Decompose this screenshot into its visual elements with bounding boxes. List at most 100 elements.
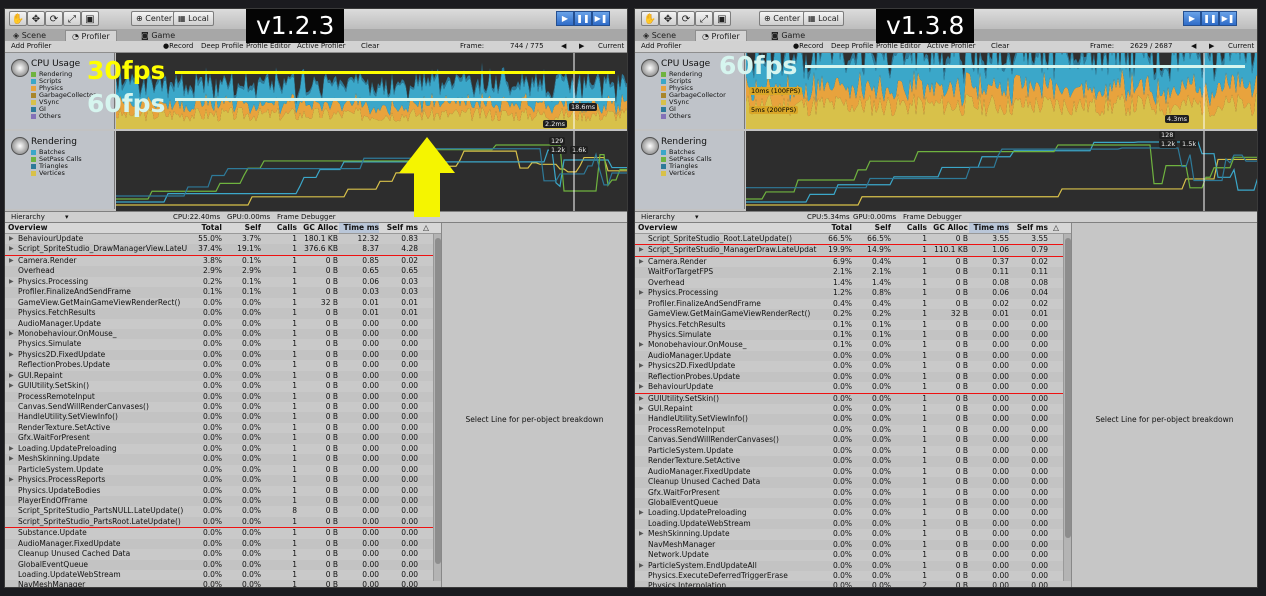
pause-icon[interactable]: ❚❚ <box>574 11 592 26</box>
table-row[interactable]: Physics.FetchResults 0.1% 0.1% 1 0 B 0.00 0.00 <box>635 319 1071 330</box>
pivot-center-toggle[interactable]: ⊕ Center <box>759 11 806 26</box>
table-row[interactable]: Script_SpriteStudio_Root.LateUpdate() 66.… <box>635 234 1071 246</box>
expand-arrow-icon[interactable]: ▶ <box>639 394 647 404</box>
step-icon[interactable]: ▶❚ <box>592 11 610 26</box>
expand-arrow-icon[interactable]: ▶ <box>9 329 17 339</box>
table-row[interactable]: ▶ Physics.Processing 0.2% 0.1% 1 0 B 0.06 0.03 <box>5 276 441 288</box>
rotate-tool-icon[interactable]: ⟳ <box>45 11 63 26</box>
table-row[interactable]: ▶ Physics2D.FixedUpdate 0.0% 0.0% 1 0 B 0.00 0.… <box>5 349 441 361</box>
expand-arrow-icon[interactable]: ▶ <box>639 382 647 392</box>
col-self-ms[interactable]: Self ms <box>1010 223 1048 233</box>
next-frame-button[interactable]: ▶ <box>1209 41 1214 52</box>
table-row[interactable]: ▶ Physics.Processing 1.2% 0.8% 1 0 B 0.06 0.04 <box>635 288 1071 299</box>
table-row[interactable]: ▶ Script_SpriteStudio_ManagerDraw.LateUpd… <box>635 245 1071 257</box>
pivot-local-toggle[interactable]: ▦ Local <box>173 11 214 26</box>
expand-arrow-icon[interactable]: ▶ <box>9 444 17 454</box>
table-row[interactable]: Profiler.FinalizeAndSendFrame 0.4% 0.4% 1 0 … <box>635 298 1071 310</box>
table-scrollbar[interactable] <box>1063 234 1071 581</box>
legend-others[interactable]: Others <box>661 113 691 120</box>
table-row[interactable]: Canvas.SendWillRenderCanvases() 0.0% 0.0% 1… <box>5 402 441 413</box>
pivot-center-toggle[interactable]: ⊕ Center <box>131 11 178 26</box>
add-profiler-dropdown[interactable]: Add Profiler <box>11 41 51 52</box>
table-row[interactable]: ParticleSystem.Update 0.0% 0.0% 1 0 B 0.00 0.0… <box>635 445 1071 457</box>
clear-button[interactable]: Clear <box>991 41 1009 52</box>
prev-frame-button[interactable]: ◀ <box>561 41 566 52</box>
play-icon[interactable]: ▶ <box>1183 11 1201 26</box>
next-frame-button[interactable]: ▶ <box>579 41 584 52</box>
hand-tool-icon[interactable]: ✋ <box>641 11 659 26</box>
table-row[interactable]: ▶ Camera.Render 6.9% 0.4% 1 0 B 0.37 0.02 <box>635 256 1071 268</box>
table-row[interactable]: RenderTexture.SetActive 0.0% 0.0% 1 0 B 0.00 0… <box>5 422 441 434</box>
col-total[interactable]: Total <box>180 223 223 233</box>
play-icon[interactable]: ▶ <box>556 11 574 26</box>
rect-tool-icon[interactable]: ▣ <box>713 11 731 26</box>
col-self[interactable]: Self <box>853 223 891 233</box>
table-scrollbar[interactable] <box>433 234 441 581</box>
rendering-module[interactable]: Rendering Batches SetPass Calls Triangle… <box>635 131 745 209</box>
expand-arrow-icon[interactable]: ▶ <box>639 340 647 350</box>
expand-arrow-icon[interactable]: ▶ <box>639 245 647 255</box>
expand-arrow-icon[interactable]: ▶ <box>9 350 17 360</box>
table-row[interactable]: WaitForTargetFPS 2.1% 2.1% 1 0 B 0.11 0.11 <box>635 267 1071 278</box>
hand-tool-icon[interactable]: ✋ <box>9 11 27 26</box>
current-frame-button[interactable]: Current <box>598 41 624 52</box>
table-row[interactable]: Physics.Simulate 0.1% 0.1% 1 0 B 0.00 0.00 <box>635 329 1071 341</box>
table-row[interactable]: GameView.GetMainGameViewRenderRect() 0.0%… <box>5 297 441 309</box>
table-row[interactable]: RenderTexture.SetActive 0.0% 0.0% 1 0 B 0.00 0… <box>635 456 1071 467</box>
sort-triangle-icon[interactable]: △ <box>421 223 431 233</box>
col-time-ms[interactable]: Time ms <box>969 223 1009 233</box>
deep-profile-toggle[interactable]: Deep Profile <box>831 41 873 52</box>
table-row[interactable]: ▶ Monobehaviour.OnMouse_ 0.0% 0.0% 1 0 B 0.00 0… <box>5 328 441 340</box>
table-row[interactable]: Loading.UpdateWebStream 0.0% 0.0% 1 0 B 0.00 0… <box>635 518 1071 530</box>
expand-arrow-icon[interactable]: ▶ <box>9 454 17 464</box>
table-row[interactable]: ▶ GUI.Repaint 0.0% 0.0% 1 0 B 0.00 0.00 <box>5 370 441 382</box>
hierarchy-dropdown[interactable]: Hierarchy <box>11 212 45 222</box>
table-row[interactable]: Canvas.SendWillRenderCanvases() 0.0% 0.0% 1… <box>635 435 1071 446</box>
table-row[interactable]: GlobalEventQueue 0.0% 0.0% 1 0 B 0.00 0.00 <box>635 497 1071 509</box>
expand-arrow-icon[interactable]: ▶ <box>639 404 647 414</box>
table-row[interactable]: Loading.UpdateWebStream 0.0% 0.0% 1 0 B 0.00 0… <box>5 570 441 581</box>
expand-arrow-icon[interactable]: ▶ <box>9 277 17 287</box>
table-row[interactable]: Script_SpriteStudio_PartsRoot.LateUpdate… <box>5 516 441 529</box>
table-row[interactable]: ▶ MeshSkinning.Update 0.0% 0.0% 1 0 B 0.00 0.00 <box>635 529 1071 540</box>
table-row[interactable]: NavMeshManager 0.0% 0.0% 1 0 B 0.00 0.00 <box>635 539 1071 551</box>
add-profiler-dropdown[interactable]: Add Profiler <box>641 41 681 52</box>
hierarchy-dropdown[interactable]: Hierarchy <box>641 212 675 222</box>
clear-button[interactable]: Clear <box>361 41 379 52</box>
table-row[interactable]: ▶ Script_SpriteStudio_DrawManagerView.Lat… <box>5 244 441 256</box>
table-row[interactable]: Physics.ExecuteDeferredTriggerErase 0.0% 0… <box>635 571 1071 582</box>
deep-profile-toggle[interactable]: Deep Profile <box>201 41 243 52</box>
pivot-local-toggle[interactable]: ▦ Local <box>803 11 844 26</box>
move-tool-icon[interactable]: ✥ <box>27 11 45 26</box>
pause-icon[interactable]: ❚❚ <box>1201 11 1219 26</box>
col-gc-alloc[interactable]: GC Alloc <box>928 223 968 233</box>
table-row[interactable]: Physics.Simulate 0.0% 0.0% 1 0 B 0.00 0.00 <box>5 339 441 350</box>
tab-game[interactable]: ◙ Game <box>765 30 811 41</box>
table-row[interactable]: ReflectionProbes.Update 0.0% 0.0% 1 0 B 0.00 0… <box>5 360 441 371</box>
table-row[interactable]: Network.Update 0.0% 0.0% 1 0 B 0.00 0.00 <box>635 550 1071 561</box>
table-row[interactable]: ▶ GUI.Repaint 0.0% 0.0% 1 0 B 0.00 0.00 <box>635 404 1071 415</box>
table-row[interactable]: HandleUtility.SetViewInfo() 0.0% 0.0% 1 0 B 0… <box>5 412 441 423</box>
tab-scene[interactable]: ◈ Scene <box>7 30 52 41</box>
legend-vertices[interactable]: Vertices <box>31 170 65 177</box>
expand-arrow-icon[interactable]: ▶ <box>639 361 647 371</box>
table-row[interactable]: ▶ Loading.UpdatePreloading 0.0% 0.0% 1 0 B 0.0… <box>635 508 1071 519</box>
expand-arrow-icon[interactable]: ▶ <box>639 288 647 298</box>
table-row[interactable]: Script_SpriteStudio_PartsNULL.LateUpdate… <box>5 506 441 517</box>
table-row[interactable]: Overhead 1.4% 1.4% 1 0 B 0.08 0.08 <box>635 277 1071 289</box>
table-row[interactable]: GlobalEventQueue 0.0% 0.0% 1 0 B 0.00 0.00 <box>5 559 441 570</box>
dropdown-arrow-icon[interactable]: ▾ <box>695 212 699 222</box>
table-row[interactable]: Cleanup Unused Cached Data 0.0% 0.0% 1 0 B 0.… <box>635 477 1071 488</box>
table-row[interactable]: ▶ BehaviourUpdate 55.0% 3.7% 1 180.1 KB 12.32 0… <box>5 234 441 245</box>
table-row[interactable]: AudioManager.FixedUpdate 0.0% 0.0% 1 0 B 0.00… <box>635 466 1071 478</box>
record-toggle[interactable]: ● Record <box>163 41 193 52</box>
expand-arrow-icon[interactable]: ▶ <box>639 508 647 518</box>
cpu-usage-graph[interactable] <box>116 53 627 129</box>
table-row[interactable]: ▶ Physics2D.FixedUpdate 0.0% 0.0% 1 0 B 0.00 0.… <box>635 361 1071 372</box>
expand-arrow-icon[interactable]: ▶ <box>9 371 17 381</box>
prev-frame-button[interactable]: ◀ <box>1191 41 1196 52</box>
current-frame-button[interactable]: Current <box>1228 41 1254 52</box>
table-row[interactable]: ProcessRemoteInput 0.0% 0.0% 1 0 B 0.00 0.00 <box>635 424 1071 436</box>
col-total[interactable]: Total <box>810 223 853 233</box>
expand-arrow-icon[interactable]: ▶ <box>9 244 17 254</box>
